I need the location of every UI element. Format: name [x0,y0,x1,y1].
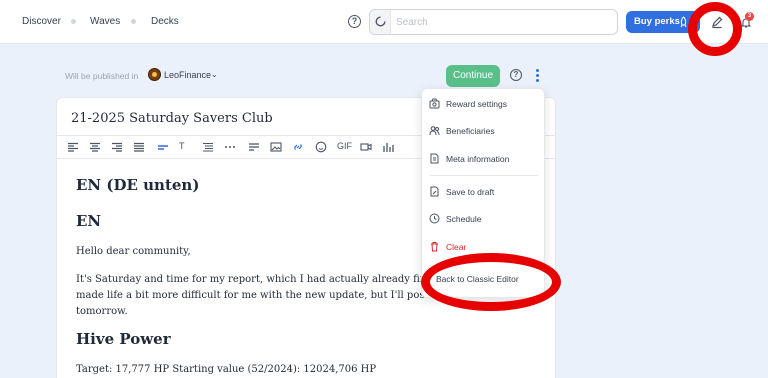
chart-icon[interactable] [382,141,396,155]
users-icon [429,126,440,136]
top-bar: Discover Waves Decks ? Buy perks 3 [0,0,768,44]
gif-icon[interactable]: GIF [337,141,352,151]
menu-item-schedule[interactable]: Schedule [422,209,544,231]
document-icon [430,153,439,164]
menu-item-meta-information[interactable]: Meta information [422,149,544,171]
reward-icon [429,98,440,109]
community-selector[interactable]: LeoFinance [164,70,211,80]
menu-item-reward-settings[interactable]: Reward settings [422,94,544,116]
menu-item-beneficiaries[interactable]: Beneficiaries [422,121,544,143]
content-heading: EN [76,212,102,230]
content-paragraph: It's Saturday and time for my report, wh… [76,272,443,320]
nav-separator-dot [131,19,136,24]
continue-button[interactable]: Continue [446,65,500,87]
content-paragraph: Target: 17,777 HP Starting value (52/202… [76,364,377,375]
community-logo [148,68,161,81]
menu-item-back-to-classic-editor[interactable]: Back to Classic Editor [436,274,519,284]
emoji-icon[interactable] [315,141,329,155]
notification-badge: 3 [745,12,754,21]
content-heading: Hive Power [76,330,171,348]
nav-decks[interactable]: Decks [151,16,179,27]
block-icon[interactable] [248,141,262,155]
annotation-circle [688,2,742,56]
draft-icon [430,186,439,197]
list-icon[interactable] [202,141,216,155]
content-heading: EN (DE unten) [76,176,200,194]
buy-perks-label: Buy perks [634,16,680,27]
paragraph-icon[interactable] [157,141,171,155]
post-title-input[interactable] [71,108,401,128]
content-line: It's Saturday and time for my report, wh… [76,274,435,285]
help-icon[interactable]: ? [510,69,522,81]
chevron-down-icon[interactable]: ⌄ [211,70,218,79]
align-center-icon[interactable] [89,141,103,155]
nav-separator-dot [71,19,76,24]
search-input[interactable] [396,13,606,31]
search-box [369,9,618,35]
clock-icon [429,213,440,224]
content-line: tomorrow. [76,306,128,317]
more-options-icon[interactable] [536,69,540,82]
nav-waves[interactable]: Waves [90,16,120,27]
align-left-icon[interactable] [67,141,81,155]
more-formatting-icon[interactable] [224,141,238,155]
trash-icon [431,242,438,252]
nav-discover[interactable]: Discover [22,16,61,27]
content-paragraph: Hello dear community, [76,246,191,257]
search-icon[interactable] [370,10,391,34]
image-icon[interactable] [270,141,284,155]
content-line: made life a bit more difficult for me wi… [76,290,443,301]
align-justify-icon[interactable] [133,141,147,155]
link-icon[interactable] [292,141,306,155]
text-size-icon[interactable]: T [179,141,185,151]
publish-label: Will be published in [65,71,139,81]
video-icon[interactable] [360,141,374,155]
align-right-icon[interactable] [111,141,125,155]
menu-item-save-to-draft[interactable]: Save to draft [422,182,544,204]
help-icon[interactable]: ? [348,15,361,28]
menu-divider [430,175,538,176]
